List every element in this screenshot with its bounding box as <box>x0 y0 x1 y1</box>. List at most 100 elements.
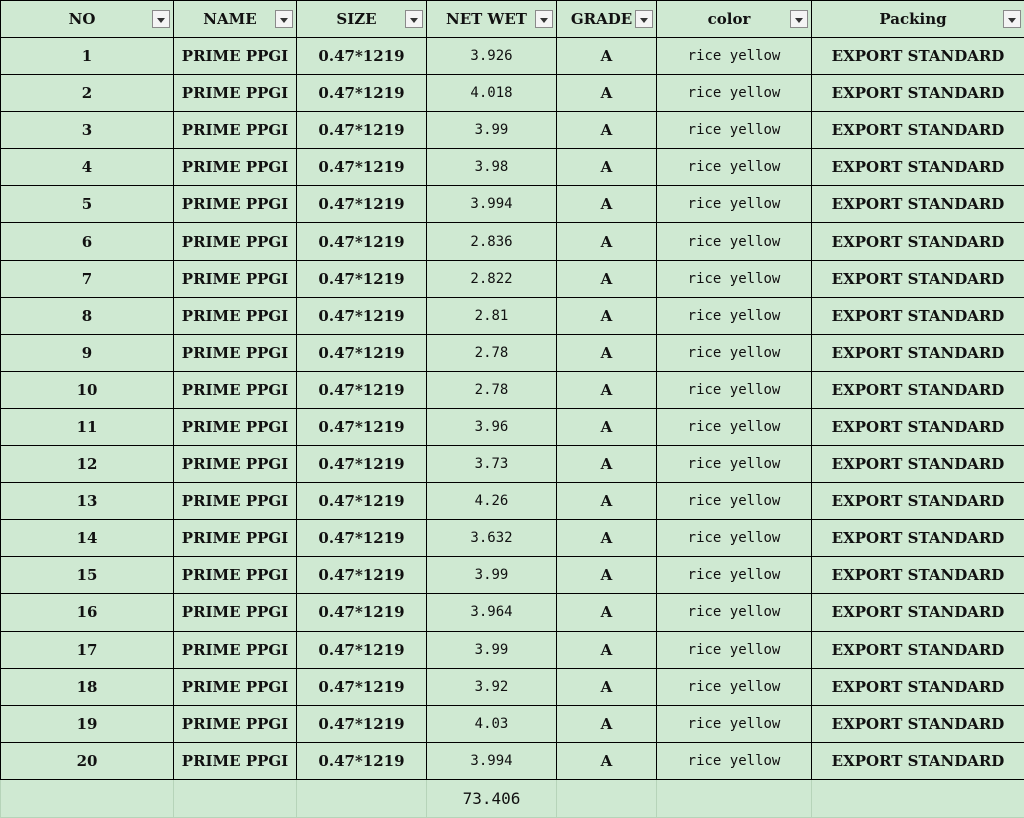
cell-name[interactable]: PRIME PPGI <box>173 259 297 298</box>
cell-net-wet[interactable]: 3.926 <box>426 36 557 76</box>
cell-size[interactable]: 0.47*1219 <box>296 148 427 187</box>
cell-no[interactable]: 15 <box>0 556 174 595</box>
cell-color[interactable]: rice yellow <box>656 185 812 224</box>
filter-packing-button[interactable] <box>1003 10 1021 28</box>
cell-size[interactable]: 0.47*1219 <box>296 519 427 558</box>
cell-empty[interactable] <box>556 779 657 818</box>
cell-no[interactable]: 13 <box>0 482 174 521</box>
cell-grade[interactable]: A <box>556 296 657 335</box>
cell-packing[interactable]: EXPORT STANDARD <box>811 296 1024 335</box>
cell-size[interactable]: 0.47*1219 <box>296 407 427 447</box>
cell-grade[interactable]: A <box>556 370 657 409</box>
cell-net-wet[interactable]: 4.26 <box>426 482 557 521</box>
cell-no[interactable]: 8 <box>0 296 174 335</box>
cell-name[interactable]: PRIME PPGI <box>173 704 297 743</box>
cell-name[interactable]: PRIME PPGI <box>173 667 297 706</box>
cell-net-wet[interactable]: 3.964 <box>426 593 557 632</box>
cell-grade[interactable]: A <box>556 222 657 261</box>
cell-size[interactable]: 0.47*1219 <box>296 556 427 595</box>
cell-grade[interactable]: A <box>556 185 657 224</box>
filter-no-button[interactable] <box>152 10 170 28</box>
cell-color[interactable]: rice yellow <box>656 445 812 484</box>
cell-size[interactable]: 0.47*1219 <box>296 370 427 409</box>
cell-size[interactable]: 0.47*1219 <box>296 741 427 781</box>
cell-grade[interactable]: A <box>556 445 657 484</box>
cell-net-wet[interactable]: 3.99 <box>426 630 557 669</box>
cell-no[interactable]: 20 <box>0 741 174 781</box>
filter-name-button[interactable] <box>275 10 293 28</box>
cell-size[interactable]: 0.47*1219 <box>296 704 427 743</box>
cell-no[interactable]: 10 <box>0 370 174 409</box>
cell-packing[interactable]: EXPORT STANDARD <box>811 630 1024 669</box>
cell-grade[interactable]: A <box>556 111 657 150</box>
cell-net-wet[interactable]: 3.99 <box>426 111 557 150</box>
cell-color[interactable]: rice yellow <box>656 482 812 521</box>
cell-color[interactable]: rice yellow <box>656 333 812 372</box>
cell-size[interactable]: 0.47*1219 <box>296 74 427 113</box>
cell-net-wet[interactable]: 3.994 <box>426 185 557 224</box>
cell-packing[interactable]: EXPORT STANDARD <box>811 482 1024 521</box>
cell-net-wet[interactable]: 3.99 <box>426 556 557 595</box>
cell-color[interactable]: rice yellow <box>656 74 812 113</box>
cell-net-wet[interactable]: 3.73 <box>426 445 557 484</box>
cell-name[interactable]: PRIME PPGI <box>173 407 297 447</box>
cell-name[interactable]: PRIME PPGI <box>173 519 297 558</box>
cell-packing[interactable]: EXPORT STANDARD <box>811 519 1024 558</box>
cell-packing[interactable]: EXPORT STANDARD <box>811 259 1024 298</box>
cell-name[interactable]: PRIME PPGI <box>173 333 297 372</box>
cell-name[interactable]: PRIME PPGI <box>173 296 297 335</box>
cell-color[interactable]: rice yellow <box>656 222 812 261</box>
cell-name[interactable]: PRIME PPGI <box>173 556 297 595</box>
cell-net-wet[interactable]: 2.836 <box>426 222 557 261</box>
cell-net-wet[interactable]: 3.98 <box>426 148 557 187</box>
cell-packing[interactable]: EXPORT STANDARD <box>811 222 1024 261</box>
cell-name[interactable]: PRIME PPGI <box>173 482 297 521</box>
cell-color[interactable]: rice yellow <box>656 741 812 781</box>
cell-name[interactable]: PRIME PPGI <box>173 111 297 150</box>
cell-packing[interactable]: EXPORT STANDARD <box>811 407 1024 447</box>
cell-color[interactable]: rice yellow <box>656 704 812 743</box>
cell-no[interactable]: 16 <box>0 593 174 632</box>
cell-name[interactable]: PRIME PPGI <box>173 630 297 669</box>
cell-no[interactable]: 1 <box>0 36 174 76</box>
cell-net-wet[interactable]: 3.994 <box>426 741 557 781</box>
cell-color[interactable]: rice yellow <box>656 556 812 595</box>
cell-empty[interactable] <box>0 779 174 818</box>
cell-grade[interactable]: A <box>556 74 657 113</box>
cell-packing[interactable]: EXPORT STANDARD <box>811 445 1024 484</box>
cell-grade[interactable]: A <box>556 593 657 632</box>
cell-net-wet[interactable]: 2.78 <box>426 333 557 372</box>
cell-no[interactable]: 3 <box>0 111 174 150</box>
cell-packing[interactable]: EXPORT STANDARD <box>811 74 1024 113</box>
cell-packing[interactable]: EXPORT STANDARD <box>811 111 1024 150</box>
cell-empty[interactable] <box>296 779 427 818</box>
filter-color-button[interactable] <box>790 10 808 28</box>
cell-no[interactable]: 11 <box>0 407 174 447</box>
cell-packing[interactable]: EXPORT STANDARD <box>811 370 1024 409</box>
cell-no[interactable]: 4 <box>0 148 174 187</box>
cell-empty[interactable] <box>656 779 812 818</box>
cell-packing[interactable]: EXPORT STANDARD <box>811 667 1024 706</box>
cell-size[interactable]: 0.47*1219 <box>296 482 427 521</box>
cell-name[interactable]: PRIME PPGI <box>173 36 297 76</box>
cell-size[interactable]: 0.47*1219 <box>296 259 427 298</box>
cell-name[interactable]: PRIME PPGI <box>173 370 297 409</box>
cell-color[interactable]: rice yellow <box>656 519 812 558</box>
cell-color[interactable]: rice yellow <box>656 407 812 447</box>
cell-packing[interactable]: EXPORT STANDARD <box>811 333 1024 372</box>
cell-grade[interactable]: A <box>556 148 657 187</box>
cell-net-wet[interactable]: 3.96 <box>426 407 557 447</box>
cell-grade[interactable]: A <box>556 741 657 781</box>
cell-size[interactable]: 0.47*1219 <box>296 333 427 372</box>
cell-size[interactable]: 0.47*1219 <box>296 222 427 261</box>
cell-net-wet[interactable]: 3.632 <box>426 519 557 558</box>
cell-net-wet[interactable]: 2.822 <box>426 259 557 298</box>
cell-packing[interactable]: EXPORT STANDARD <box>811 704 1024 743</box>
cell-name[interactable]: PRIME PPGI <box>173 185 297 224</box>
cell-packing[interactable]: EXPORT STANDARD <box>811 36 1024 76</box>
cell-name[interactable]: PRIME PPGI <box>173 741 297 781</box>
filter-net-wet-button[interactable] <box>535 10 553 28</box>
cell-grade[interactable]: A <box>556 333 657 372</box>
cell-grade[interactable]: A <box>556 407 657 447</box>
cell-color[interactable]: rice yellow <box>656 36 812 76</box>
